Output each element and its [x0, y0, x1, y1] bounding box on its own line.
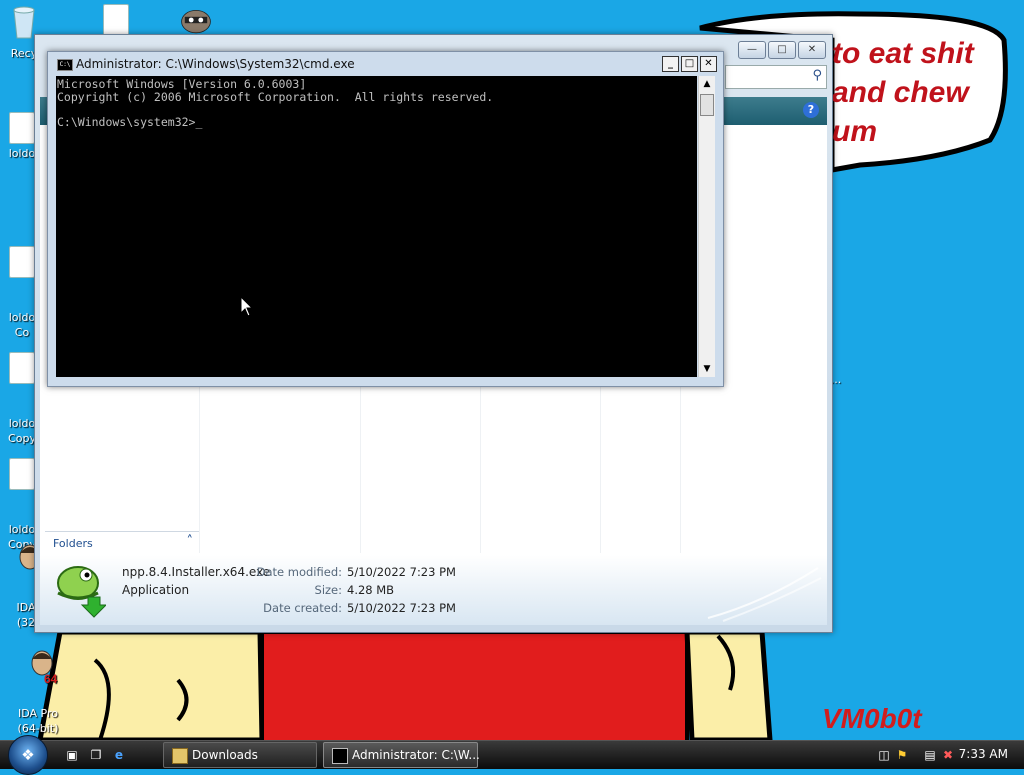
- vertical-scrollbar[interactable]: ▲ ▼: [698, 76, 715, 377]
- show-desktop-icon[interactable]: ▣: [64, 747, 80, 763]
- column-divider: [680, 385, 681, 553]
- document-icon: [103, 4, 129, 36]
- desktop-icon-file[interactable]: [86, 4, 146, 38]
- speech-text-line-2: and chew: [832, 76, 969, 109]
- date-created-value: 5/10/2022 7:23 PM: [347, 601, 456, 615]
- system-tray: ◫ ⚑ ▤ ✖ 7:33 AM: [870, 741, 1024, 769]
- file-name: npp.8.4.Installer.x64.exe: [122, 565, 271, 579]
- speech-text-line-1: to eat shit: [832, 37, 974, 70]
- search-input[interactable]: ⚲: [725, 65, 827, 89]
- console-line: Copyright (c) 2006 Microsoft Corporation…: [57, 89, 494, 104]
- security-shield-icon[interactable]: ⚑: [894, 747, 910, 763]
- column-divider: [600, 385, 601, 553]
- cmd-title: Administrator: C:\Windows\System32\cmd.e…: [76, 57, 355, 71]
- mouse-cursor-icon: [240, 296, 254, 317]
- network-icon[interactable]: ◫: [876, 747, 892, 763]
- windows-logo-icon: ❖: [21, 746, 35, 764]
- column-divider: [360, 385, 361, 553]
- size-label: Size:: [314, 583, 342, 597]
- date-modified-label: Date modified:: [256, 565, 342, 579]
- size-value: 4.28 MB: [347, 583, 395, 597]
- minimize-button[interactable]: _: [662, 56, 679, 72]
- cmd-icon[interactable]: C:\: [57, 59, 73, 71]
- date-created-label: Date created:: [263, 601, 342, 615]
- scroll-up-icon[interactable]: ▲: [699, 76, 715, 92]
- clock[interactable]: 7:33 AM: [959, 747, 1008, 761]
- taskbar-item-label: Administrator: C:\W...: [352, 748, 480, 762]
- document-icon: [9, 246, 35, 278]
- window-controls: _ □ ✕: [662, 56, 717, 72]
- taskbar-item-label: Downloads: [192, 748, 258, 762]
- document-icon: [9, 112, 35, 144]
- maximize-button[interactable]: □: [681, 56, 698, 72]
- maximize-button[interactable]: □: [768, 41, 796, 59]
- network-status-icon[interactable]: ▤: [922, 747, 938, 763]
- switch-windows-icon[interactable]: ❐: [88, 747, 104, 763]
- console-line: Microsoft Windows [Version 6.0.6003]: [57, 77, 307, 91]
- internet-explorer-icon[interactable]: e: [111, 747, 127, 763]
- column-divider: [480, 385, 481, 553]
- console-output[interactable]: Microsoft Windows [Version 6.0.6003] Copy…: [56, 76, 697, 377]
- cmd-window[interactable]: C:\ Administrator: C:\Windows\System32\c…: [47, 51, 724, 387]
- volume-muted-icon[interactable]: ✖: [940, 747, 956, 763]
- date-modified-value: 5/10/2022 7:23 PM: [347, 565, 456, 579]
- notepad-plus-plus-icon: [57, 566, 106, 618]
- start-button[interactable]: ❖: [8, 735, 48, 775]
- column-divider: [199, 385, 200, 553]
- scroll-thumb[interactable]: [700, 94, 714, 116]
- window-controls: — □ ✕: [738, 41, 826, 59]
- speech-text-line-3: um: [832, 115, 877, 148]
- folders-label: Folders: [53, 537, 93, 550]
- scroll-down-icon[interactable]: ▼: [699, 361, 715, 377]
- desktop-icon-ida-64[interactable]: 64 IDA Pro (64-bit): [8, 634, 68, 751]
- minimize-button[interactable]: —: [738, 41, 766, 59]
- folders-toggle[interactable]: Folders ˄: [45, 531, 199, 556]
- search-icon: ⚲: [812, 68, 822, 83]
- document-icon: [9, 352, 35, 384]
- taskbar-item-cmd[interactable]: Administrator: C:\W...: [323, 742, 480, 768]
- cmd-title-bar[interactable]: C:\ Administrator: C:\Windows\System32\c…: [48, 52, 723, 76]
- help-button[interactable]: ?: [803, 102, 819, 118]
- close-button[interactable]: ✕: [798, 41, 826, 59]
- svg-text:64: 64: [44, 672, 58, 685]
- details-pane: npp.8.4.Installer.x64.exe Application Da…: [40, 555, 827, 625]
- chevron-up-icon: ˄: [186, 534, 194, 549]
- folder-icon: [172, 748, 188, 764]
- taskbar: ❖ ▣ ❐ e Downloads Administrator: C:\W...…: [0, 735, 1024, 775]
- document-icon: [9, 458, 35, 490]
- wallpaper-signature: VM0b0t: [822, 703, 922, 734]
- console-prompt: C:\Windows\system32>_: [57, 114, 203, 129]
- cmd-icon: [332, 748, 348, 764]
- desktop-icon-label: IDA Pro (64-bit): [17, 707, 59, 735]
- ida-icon: 64: [31, 650, 58, 686]
- raccoon-icon: [181, 10, 211, 34]
- taskbar-item-downloads[interactable]: Downloads: [163, 742, 317, 768]
- decorative-swoosh: [707, 567, 822, 622]
- file-type: Application: [122, 583, 190, 597]
- close-button[interactable]: ✕: [700, 56, 717, 72]
